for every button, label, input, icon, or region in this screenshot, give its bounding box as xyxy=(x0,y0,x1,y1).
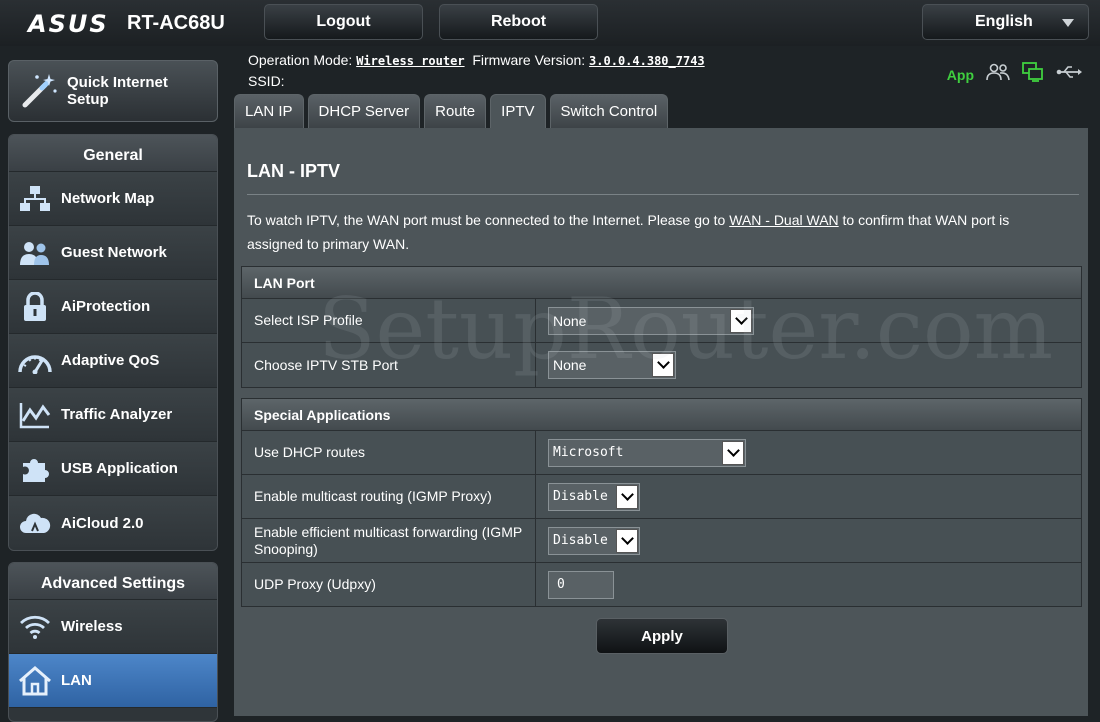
router-model: RT-AC68U xyxy=(127,12,225,34)
sidebar-item-label: Wireless xyxy=(61,618,123,635)
speedometer-icon xyxy=(9,348,61,374)
quick-internet-setup-button[interactable]: Quick Internet Setup xyxy=(8,60,218,122)
lan-port-section: LAN Port Select ISP Profile None Choose … xyxy=(241,266,1082,388)
sidebar-item-traffic-analyzer[interactable]: Traffic Analyzer xyxy=(9,388,217,442)
igmp-proxy-select[interactable]: Disable xyxy=(548,482,640,511)
chevron-down-icon xyxy=(616,484,638,509)
chevron-down-icon xyxy=(730,308,752,333)
language-label: English xyxy=(975,13,1033,30)
igmp-proxy-row: Enable multicast routing (IGMP Proxy) Di… xyxy=(242,475,1081,519)
top-bar: ASUS RT-AC68U Logout Reboot English xyxy=(0,0,1100,46)
cloud-icon xyxy=(9,509,61,537)
sidebar-item-lan[interactable]: LAN xyxy=(9,654,217,708)
tab-switch-control[interactable]: Switch Control xyxy=(549,94,669,128)
tab-dhcp-server[interactable]: DHCP Server xyxy=(307,94,421,128)
general-menu: General Network Map Guest Network AiProt… xyxy=(8,134,218,551)
general-title: General xyxy=(9,135,217,172)
content-area: LAN - IPTV To watch IPTV, the WAN port m… xyxy=(234,128,1088,716)
guest-network-icon xyxy=(9,239,61,267)
select-value: None xyxy=(553,357,587,373)
select-value: Microsoft xyxy=(553,445,624,460)
wan-dual-wan-link[interactable]: WAN - Dual WAN xyxy=(729,212,838,228)
operation-mode-link[interactable]: Wireless router xyxy=(356,54,464,68)
language-dropdown[interactable]: English xyxy=(922,4,1089,40)
chevron-down-icon xyxy=(616,528,638,553)
chevron-down-icon xyxy=(652,353,674,377)
stb-port-row: Choose IPTV STB Port None xyxy=(242,343,1081,387)
home-icon xyxy=(9,665,61,696)
title-divider xyxy=(247,194,1079,195)
operation-mode-label: Operation Mode: xyxy=(248,52,353,68)
usb-icon[interactable] xyxy=(1056,64,1082,85)
lock-icon xyxy=(9,291,61,322)
sidebar-item-label: Network Map xyxy=(61,190,155,207)
firmware-link[interactable]: 3.0.0.4.380_7743 xyxy=(589,54,705,68)
dhcp-routes-select[interactable]: Microsoft xyxy=(548,438,746,467)
field-label: Use DHCP routes xyxy=(242,431,536,474)
sidebar-item-label: Traffic Analyzer xyxy=(61,406,173,423)
field-label: Select ISP Profile xyxy=(242,299,536,342)
isp-profile-select[interactable]: None xyxy=(548,306,754,335)
logout-button[interactable]: Logout xyxy=(264,4,423,40)
sidebar-item-guest-network[interactable]: Guest Network xyxy=(9,226,217,280)
igmp-snooping-select[interactable]: Disable xyxy=(548,526,640,555)
select-value: Disable xyxy=(553,533,608,548)
igmp-snooping-row: Enable efficient multicast forwarding (I… xyxy=(242,519,1081,563)
sidebar-item-label: Adaptive QoS xyxy=(61,352,160,369)
select-value: Disable xyxy=(553,489,608,504)
tab-bar: LAN IP DHCP Server Route IPTV Switch Con… xyxy=(234,94,669,128)
puzzle-icon xyxy=(9,454,61,484)
asus-logo: ASUS xyxy=(28,10,109,38)
sidebar-item-label: AiCloud 2.0 xyxy=(61,514,144,532)
quick-setup-label: Quick Internet Setup xyxy=(67,74,168,108)
network-map-icon xyxy=(9,185,61,213)
sidebar-item-label: USB Application xyxy=(61,460,178,477)
isp-profile-row: Select ISP Profile None xyxy=(242,299,1081,343)
status-line: Operation Mode: Wireless router Firmware… xyxy=(248,52,705,68)
sidebar-item-adaptive-qos[interactable]: Adaptive QoS xyxy=(9,334,217,388)
sidebar-item-network-map[interactable]: Network Map xyxy=(9,172,217,226)
section-title: Special Applications xyxy=(242,399,1081,431)
sidebar-item-usb-application[interactable]: USB Application xyxy=(9,442,217,496)
advanced-settings-menu: Advanced Settings Wireless LAN xyxy=(8,562,218,722)
chevron-down-icon xyxy=(1062,19,1074,27)
sidebar-item-aiprotection[interactable]: AiProtection xyxy=(9,280,217,334)
udpxy-input[interactable]: 0 xyxy=(548,570,614,599)
apply-button[interactable]: Apply xyxy=(596,618,728,654)
clients-icon[interactable] xyxy=(986,62,1010,87)
page-title: LAN - IPTV xyxy=(247,161,340,181)
tab-iptv[interactable]: IPTV xyxy=(490,94,546,128)
sidebar-item-wireless[interactable]: Wireless xyxy=(9,600,217,654)
app-link[interactable]: App xyxy=(947,67,974,83)
select-value: None xyxy=(553,312,587,329)
description-text-start: To watch IPTV, the WAN port must be conn… xyxy=(247,212,730,228)
section-title: LAN Port xyxy=(242,267,1081,299)
special-applications-section: Special Applications Use DHCP routes Mic… xyxy=(241,398,1082,607)
dhcp-routes-row: Use DHCP routes Microsoft xyxy=(242,431,1081,475)
wifi-icon xyxy=(9,614,61,640)
reboot-button[interactable]: Reboot xyxy=(439,4,598,40)
field-label: UDP Proxy (Udpxy) xyxy=(242,563,536,606)
network-status-icon[interactable] xyxy=(1022,62,1044,87)
status-icons: App xyxy=(947,62,1082,87)
sidebar-item-label: Guest Network xyxy=(61,244,167,261)
chart-icon xyxy=(9,401,61,429)
stb-port-select[interactable]: None xyxy=(548,351,676,379)
firmware-label: Firmware Version: xyxy=(472,52,586,68)
field-label: Enable multicast routing (IGMP Proxy) xyxy=(242,475,536,518)
page-description: To watch IPTV, the WAN port must be conn… xyxy=(247,208,1067,256)
ssid-label: SSID: xyxy=(248,73,285,89)
chevron-down-icon xyxy=(722,440,744,465)
sidebar-item-aicloud[interactable]: AiCloud 2.0 xyxy=(9,496,217,550)
field-label: Choose IPTV STB Port xyxy=(242,343,536,387)
udpxy-row: UDP Proxy (Udpxy) 0 xyxy=(242,563,1081,606)
sidebar-item-label: AiProtection xyxy=(61,298,151,315)
field-label: Enable efficient multicast forwarding (I… xyxy=(242,519,536,562)
tab-route[interactable]: Route xyxy=(424,94,487,128)
main-panel: Operation Mode: Wireless router Firmware… xyxy=(234,46,1100,716)
magic-wand-icon xyxy=(15,67,63,115)
sidebar-item-label: LAN xyxy=(61,672,92,689)
advanced-settings-title: Advanced Settings xyxy=(9,563,217,600)
tab-lan-ip[interactable]: LAN IP xyxy=(234,94,304,128)
